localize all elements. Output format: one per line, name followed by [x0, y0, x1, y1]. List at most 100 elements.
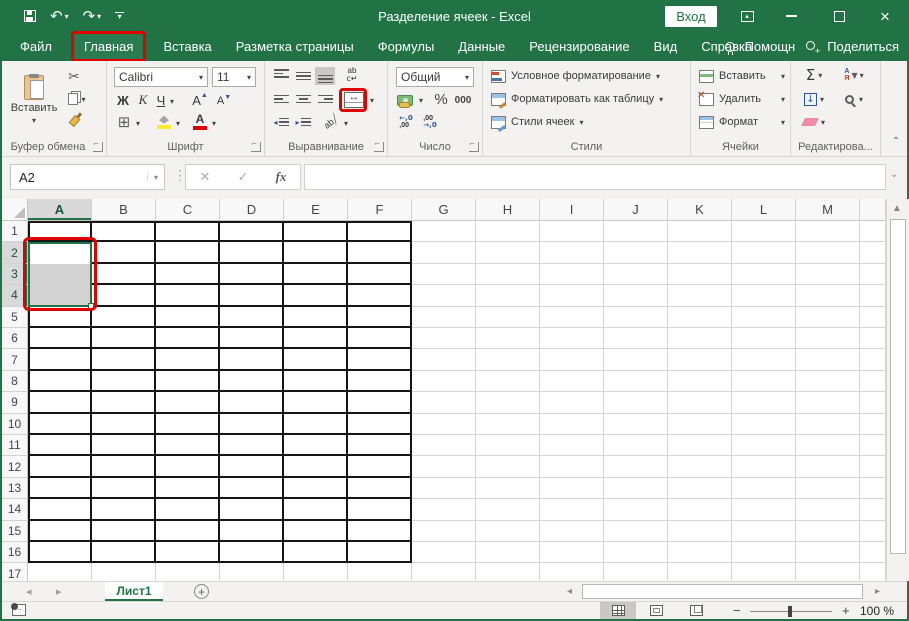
- cell[interactable]: [220, 307, 284, 328]
- cell[interactable]: [732, 328, 796, 349]
- macro-record-icon[interactable]: [12, 604, 26, 616]
- cell[interactable]: [604, 499, 668, 520]
- cell[interactable]: [28, 371, 92, 392]
- cell[interactable]: [348, 285, 412, 306]
- cell[interactable]: [860, 371, 886, 392]
- cell[interactable]: [412, 242, 476, 263]
- collapse-ribbon-button[interactable]: ⌃: [888, 133, 904, 149]
- tab-data[interactable]: Данные: [446, 32, 517, 61]
- cell[interactable]: [860, 264, 886, 285]
- cell[interactable]: [284, 435, 348, 456]
- cell[interactable]: [28, 414, 92, 435]
- cell[interactable]: [668, 456, 732, 477]
- cell[interactable]: [284, 285, 348, 306]
- tab-insert[interactable]: Вставка: [151, 32, 223, 61]
- worksheet-grid[interactable]: ABCDEFGHIJKLM 1234567891011121314151617: [2, 199, 886, 581]
- cell[interactable]: [476, 456, 540, 477]
- sheet-nav-right-icon[interactable]: ▸: [56, 585, 62, 598]
- cell[interactable]: [540, 328, 604, 349]
- accounting-dropdown-icon[interactable]: ▾: [416, 94, 426, 106]
- maximize-button[interactable]: [822, 0, 856, 32]
- cell[interactable]: [732, 542, 796, 563]
- cell[interactable]: [668, 349, 732, 370]
- column-header[interactable]: A: [28, 199, 92, 221]
- cell[interactable]: [540, 499, 604, 520]
- cell[interactable]: [348, 307, 412, 328]
- cell[interactable]: [412, 285, 476, 306]
- cell[interactable]: [796, 264, 860, 285]
- cell[interactable]: [348, 242, 412, 263]
- cell[interactable]: [732, 285, 796, 306]
- number-format-combo[interactable]: Общий▾: [396, 67, 474, 87]
- cell-styles-button[interactable]: Стили ячеек▾: [491, 113, 687, 131]
- conditional-formatting-button[interactable]: Условное форматирование▾: [491, 67, 687, 85]
- cell[interactable]: [796, 328, 860, 349]
- cell[interactable]: [284, 392, 348, 413]
- cell[interactable]: [668, 221, 732, 242]
- cell[interactable]: [284, 349, 348, 370]
- cell[interactable]: [28, 563, 92, 581]
- cell[interactable]: [796, 392, 860, 413]
- cell[interactable]: [412, 456, 476, 477]
- cell[interactable]: [476, 349, 540, 370]
- cell[interactable]: [412, 328, 476, 349]
- cell[interactable]: [796, 221, 860, 242]
- cell[interactable]: [220, 221, 284, 242]
- decrease-indent-button[interactable]: ◂: [271, 113, 291, 131]
- cell[interactable]: [796, 499, 860, 520]
- cell[interactable]: [604, 521, 668, 542]
- column-header[interactable]: H: [476, 199, 540, 221]
- cell[interactable]: [92, 499, 156, 520]
- cell[interactable]: [476, 499, 540, 520]
- font-size-combo[interactable]: 11▾: [212, 67, 256, 87]
- cell[interactable]: [860, 435, 886, 456]
- cell[interactable]: [220, 499, 284, 520]
- row-header[interactable]: 7: [2, 349, 28, 370]
- cell[interactable]: [220, 349, 284, 370]
- clear-button[interactable]: ▾: [799, 113, 829, 131]
- insert-cells-button[interactable]: Вставить▾: [699, 67, 785, 85]
- cell[interactable]: [92, 478, 156, 499]
- cell[interactable]: [156, 221, 220, 242]
- cell[interactable]: [284, 456, 348, 477]
- ribbon-display-options-button[interactable]: ▴: [730, 0, 764, 32]
- cell[interactable]: [348, 542, 412, 563]
- cell[interactable]: [604, 456, 668, 477]
- cell[interactable]: [668, 307, 732, 328]
- cell[interactable]: [220, 478, 284, 499]
- row-header[interactable]: 11: [2, 435, 28, 456]
- cell[interactable]: [348, 456, 412, 477]
- cell[interactable]: [412, 307, 476, 328]
- cell[interactable]: [476, 221, 540, 242]
- cell[interactable]: [732, 242, 796, 263]
- cell[interactable]: [412, 392, 476, 413]
- cell[interactable]: [412, 371, 476, 392]
- cell[interactable]: [92, 285, 156, 306]
- cell[interactable]: [412, 563, 476, 581]
- font-dialog-launcher[interactable]: ⌐: [251, 142, 261, 152]
- cell[interactable]: [860, 242, 886, 263]
- cell[interactable]: [732, 456, 796, 477]
- cell[interactable]: [284, 307, 348, 328]
- cell[interactable]: [284, 242, 348, 263]
- cell[interactable]: [284, 499, 348, 520]
- cell[interactable]: [668, 542, 732, 563]
- cell[interactable]: [348, 435, 412, 456]
- row-header[interactable]: 6: [2, 328, 28, 349]
- cell[interactable]: [28, 435, 92, 456]
- align-middle-button[interactable]: [293, 67, 313, 85]
- cell[interactable]: [92, 242, 156, 263]
- font-color-dropdown-icon[interactable]: ▾: [209, 117, 219, 129]
- cell[interactable]: [284, 563, 348, 581]
- column-header[interactable]: M: [796, 199, 860, 221]
- decrease-decimal-button[interactable]: ,00→,0: [420, 113, 440, 131]
- cell[interactable]: [220, 414, 284, 435]
- cell[interactable]: [668, 478, 732, 499]
- cell[interactable]: [92, 349, 156, 370]
- align-left-button[interactable]: [271, 90, 291, 108]
- cell[interactable]: [284, 478, 348, 499]
- redo-dropdown-icon[interactable]: ▾: [97, 12, 101, 21]
- cell[interactable]: [28, 542, 92, 563]
- cell[interactable]: [668, 392, 732, 413]
- cell[interactable]: [412, 435, 476, 456]
